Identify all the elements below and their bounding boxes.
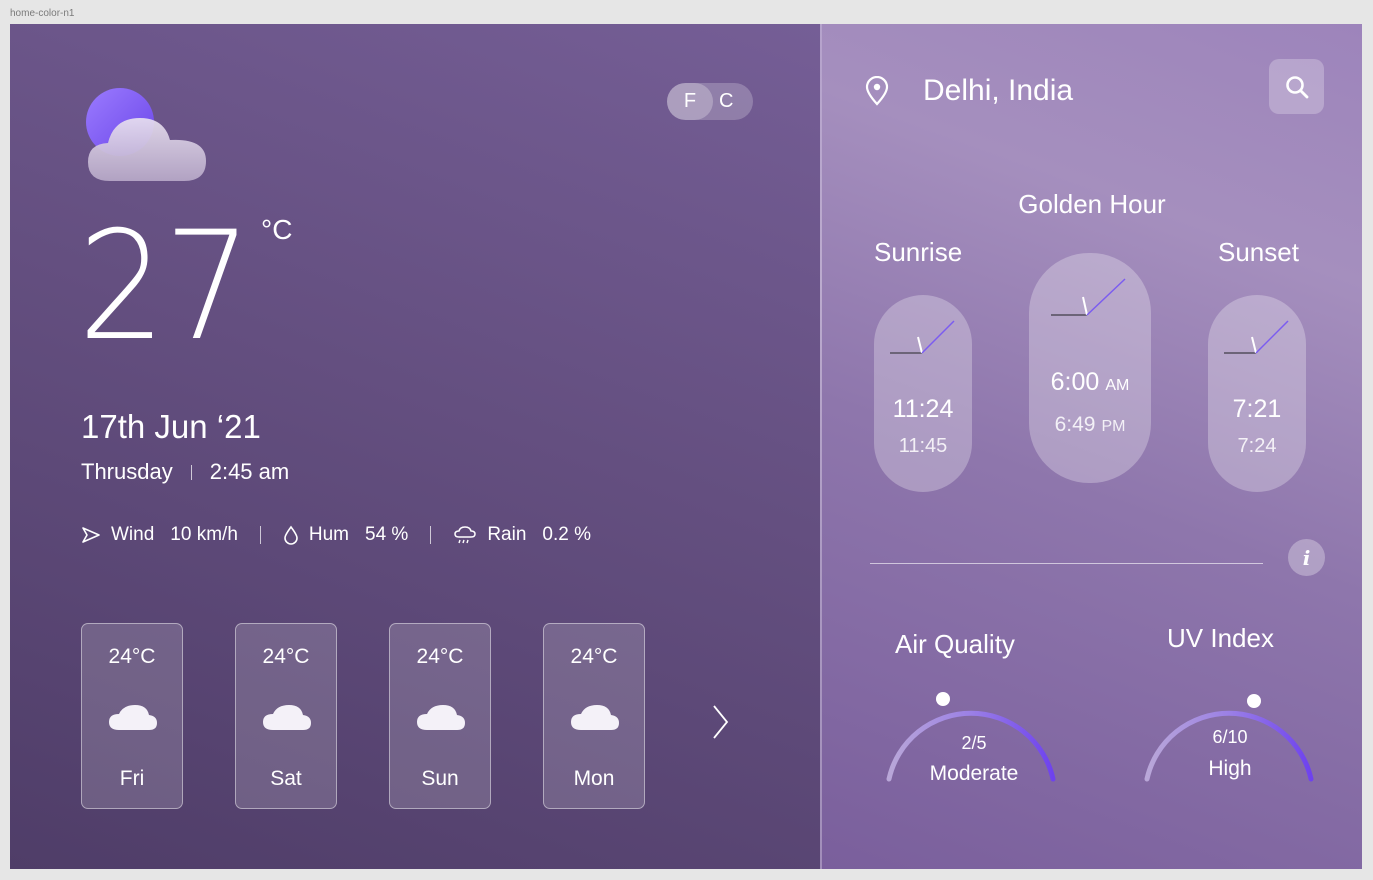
sunrise-time: 11:24: [892, 395, 954, 423]
divider: [259, 526, 261, 544]
golden-hour-start-ampm: AM: [1105, 377, 1130, 394]
golden-hour-end-ampm: PM: [1101, 418, 1126, 435]
celsius-option[interactable]: C: [713, 83, 753, 120]
wind-direction-icon: [82, 527, 100, 543]
air-quality-label: Moderate: [929, 762, 1019, 785]
forecast-temp: 24°C: [262, 645, 310, 668]
clock-icon: [1224, 320, 1289, 354]
humidity-label: Hum: [308, 524, 350, 545]
clock-icon: [1051, 278, 1126, 316]
night-cloudy-icon: [86, 88, 206, 181]
cloud-icon: [417, 705, 465, 730]
cloud-icon: [263, 705, 311, 730]
golden-hour-start-time: 6:00: [1050, 368, 1100, 396]
section-divider: [870, 563, 1263, 564]
sunrise-card: 11:24 11:45: [874, 295, 972, 492]
sunrise-label: Sunrise: [874, 237, 963, 267]
droplet-icon: [284, 525, 298, 545]
forecast-card-sun[interactable]: 24°C Sun: [389, 623, 491, 809]
location-pin-icon: [865, 76, 889, 106]
current-time: 2:45 am: [209, 459, 290, 484]
forecast-day: Mon: [573, 767, 615, 790]
forecast-day: Sun: [421, 767, 459, 790]
golden-hour-end: 6:49 PM: [1029, 413, 1151, 437]
temperature-unit: °C: [261, 214, 293, 245]
forecast-temp: 24°C: [108, 645, 156, 668]
air-quality-title: Air Quality: [895, 629, 1015, 659]
weather-stats: Wind 10 km/h Hum 54 % Rain 0.2 %: [81, 524, 591, 546]
current-day: Thrusday: [81, 459, 173, 484]
search-icon: [1285, 75, 1308, 98]
sunset-end-time: 7:24: [1237, 435, 1277, 457]
rain-stat: Rain 0.2 %: [453, 524, 591, 546]
forecast-day: Fri: [119, 767, 145, 790]
forecast-card-fri[interactable]: 24°C Fri: [81, 623, 183, 809]
golden-hour-start: 6:00 AM: [1029, 368, 1151, 397]
clock-icon: [890, 320, 955, 354]
sunset-card: 7:21 7:24: [1208, 295, 1306, 492]
rain-label: Rain: [487, 524, 527, 545]
divider: [190, 464, 192, 480]
air-quality-value: 2/5: [961, 733, 987, 753]
forecast-temp: 24°C: [416, 645, 464, 668]
wind-stat: Wind 10 km/h: [81, 524, 238, 546]
rain-value: 0.2 %: [542, 524, 591, 545]
day-time-line: Thrusday 2:45 am: [81, 459, 289, 485]
uv-index-title: UV Index: [1167, 623, 1274, 653]
cloud-icon: [109, 705, 157, 730]
cloud-icon: [571, 705, 619, 730]
sunrise-end-time: 11:45: [898, 435, 948, 457]
chevron-right-icon[interactable]: [710, 704, 730, 740]
frame-label: home-color-n1: [10, 8, 75, 19]
humidity-stat: Hum 54 %: [283, 524, 408, 546]
wind-value: 10 km/h: [170, 524, 238, 545]
golden-hour-card: 6:00 AM 6:49 PM: [1029, 253, 1151, 483]
gauge-marker: [936, 692, 950, 706]
sunset-time: 7:21: [1232, 395, 1282, 423]
forecast-temp: 24°C: [570, 645, 618, 668]
search-button[interactable]: [1269, 59, 1324, 114]
forecast-day: Sat: [270, 767, 302, 790]
details-panel: Delhi, India Golden Hour Sunrise Sunset …: [820, 24, 1362, 869]
divider: [430, 526, 432, 544]
humidity-value: 54 %: [365, 524, 409, 545]
current-weather-panel: F C 27 °C 17th Jun ‘21 Thrusday 2:45 am …: [10, 24, 820, 869]
golden-hour-end-time: 6:49: [1054, 413, 1096, 436]
current-temperature: 27: [78, 200, 252, 374]
sunset-label: Sunset: [1218, 237, 1299, 267]
info-button[interactable]: i: [1288, 539, 1325, 576]
uv-index-value: 6/10: [1212, 727, 1248, 747]
golden-hour-title: Golden Hour: [1018, 189, 1166, 219]
rain-cloud-icon: [454, 526, 477, 544]
fahrenheit-option[interactable]: F: [667, 83, 713, 120]
current-date: 17th Jun ‘21: [81, 408, 261, 445]
forecast-card-mon[interactable]: 24°C Mon: [543, 623, 645, 809]
gauge-marker: [1247, 694, 1261, 708]
uv-index-label: High: [1208, 757, 1252, 780]
wind-label: Wind: [111, 524, 155, 545]
unit-toggle[interactable]: F C: [667, 83, 753, 120]
weather-dashboard: F C 27 °C 17th Jun ‘21 Thrusday 2:45 am …: [10, 24, 1362, 869]
location-name: Delhi, India: [923, 74, 1074, 107]
forecast-card-sat[interactable]: 24°C Sat: [235, 623, 337, 809]
